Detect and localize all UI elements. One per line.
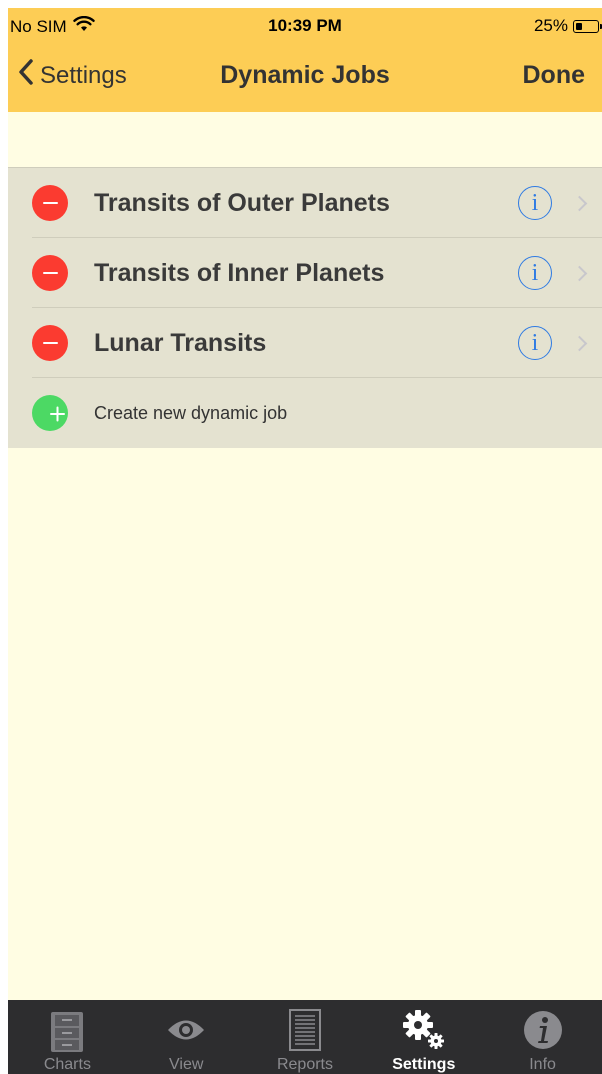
minus-icon xyxy=(42,272,58,274)
eye-icon xyxy=(163,1008,209,1052)
minus-icon xyxy=(42,342,58,344)
done-button[interactable]: Done xyxy=(523,61,586,90)
tab-label: Charts xyxy=(43,1056,91,1073)
job-label: Transits of Outer Planets xyxy=(94,188,390,217)
chevron-right-icon xyxy=(571,195,588,211)
chevron-right-icon xyxy=(571,265,588,281)
status-time: 10:39 PM xyxy=(268,16,342,35)
job-label: Transits of Inner Planets xyxy=(94,258,385,287)
create-job-row[interactable]: Create new dynamic job xyxy=(8,378,602,448)
list-item[interactable]: Lunar Transits i xyxy=(8,308,602,378)
tab-label: Info xyxy=(529,1056,556,1073)
tab-settings[interactable]: Settings xyxy=(364,1000,483,1074)
job-label: Lunar Transits xyxy=(94,328,267,357)
cabinet-icon xyxy=(44,1008,90,1052)
delete-button[interactable] xyxy=(32,185,68,221)
tab-bar: Charts View Reports Settings Info xyxy=(8,1000,602,1074)
add-button[interactable] xyxy=(32,395,68,431)
list-item[interactable]: Transits of Inner Planets i xyxy=(8,238,602,308)
info-button[interactable]: i xyxy=(518,326,552,360)
delete-button[interactable] xyxy=(32,325,68,361)
tab-label: Settings xyxy=(392,1056,456,1073)
info-icon xyxy=(520,1008,566,1052)
status-battery: 25% xyxy=(534,16,602,36)
gears-icon xyxy=(401,1008,447,1052)
create-job-label: Create new dynamic job xyxy=(94,402,288,423)
minus-icon xyxy=(42,202,58,204)
document-icon xyxy=(282,1008,328,1052)
list-item[interactable]: Transits of Outer Planets i xyxy=(8,168,602,238)
dynamic-jobs-list: Transits of Outer Planets i Transits of … xyxy=(8,167,602,448)
chevron-right-icon xyxy=(571,335,588,351)
screen: No SIM 10:39 PM 25% Settings Dynamic Job… xyxy=(8,8,602,1074)
battery-percent: 25% xyxy=(533,16,568,35)
tab-charts[interactable]: Charts xyxy=(8,1000,127,1074)
navigation-bar: No SIM 10:39 PM 25% Settings Dynamic Job… xyxy=(8,8,602,112)
tab-info[interactable]: Info xyxy=(483,1000,602,1074)
info-button[interactable]: i xyxy=(518,256,552,290)
tab-label: View xyxy=(169,1056,204,1073)
delete-button[interactable] xyxy=(32,255,68,291)
tab-reports[interactable]: Reports xyxy=(246,1000,365,1074)
battery-icon xyxy=(573,19,599,33)
tab-view[interactable]: View xyxy=(127,1000,246,1074)
tab-label: Reports xyxy=(276,1056,333,1073)
page-title: Dynamic Jobs xyxy=(220,61,390,89)
info-button[interactable]: i xyxy=(518,186,552,220)
